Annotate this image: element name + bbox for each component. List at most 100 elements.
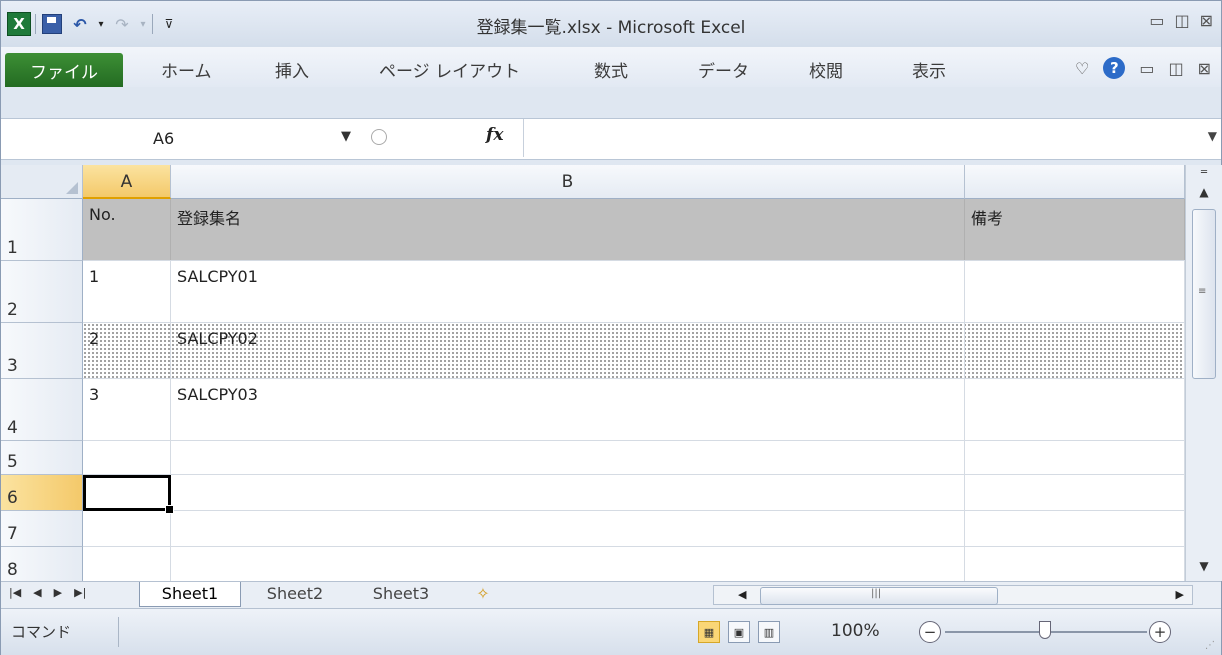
- scroll-up-icon[interactable]: ▲: [1186, 181, 1222, 203]
- name-box-value: A6: [153, 129, 175, 148]
- row-header-3[interactable]: 3: [1, 323, 83, 379]
- next-sheet-icon[interactable]: ▶: [54, 586, 62, 599]
- column-header-b[interactable]: B: [171, 165, 965, 199]
- resize-grip-icon[interactable]: ⋰: [1205, 640, 1215, 651]
- select-all-corner[interactable]: [1, 165, 83, 199]
- name-box-dropdown-icon[interactable]: ▼: [341, 129, 351, 144]
- cell-a8[interactable]: [83, 547, 171, 581]
- tab-home[interactable]: ホーム: [161, 57, 212, 82]
- tab-file[interactable]: ファイル: [5, 53, 123, 87]
- table-row: 1 SALCPY01: [83, 261, 1185, 323]
- cancel-formula-icon[interactable]: [371, 129, 387, 145]
- cell-b6[interactable]: [171, 475, 965, 510]
- spreadsheet-grid[interactable]: A B 1 No. 登録集名 備考 2 1 SALCPY01 3 2 SALCP…: [1, 165, 1185, 581]
- sheet-nav-buttons: |◀ ◀ ▶ ▶|: [9, 586, 86, 599]
- workbook-restore-icon[interactable]: ◫: [1168, 59, 1183, 78]
- name-box[interactable]: A6 ▼: [3, 123, 363, 153]
- cell-a7[interactable]: [83, 511, 171, 546]
- cell-b8[interactable]: [171, 547, 965, 581]
- horizontal-scroll-thumb[interactable]: |||: [760, 587, 998, 605]
- cell-c8[interactable]: [965, 547, 1185, 581]
- cell-c2[interactable]: [965, 261, 1185, 322]
- ribbon-tabs: ファイル ホーム 挿入 ページ レイアウト 数式 データ 校閲 表示 ♡ ? ▭…: [1, 47, 1221, 87]
- prev-sheet-icon[interactable]: ◀: [33, 586, 41, 599]
- cell-c6[interactable]: [965, 475, 1185, 510]
- zoom-slider-thumb[interactable]: [1039, 621, 1051, 639]
- row-header-7[interactable]: 7: [1, 511, 83, 547]
- workbook-minimize-icon[interactable]: ▭: [1139, 59, 1154, 78]
- vertical-scrollbar[interactable]: ═ ▲ ≡ ▼: [1185, 165, 1222, 581]
- tab-review[interactable]: 校閲: [809, 57, 843, 82]
- window-controls: ▭ ◫ ⊠: [1149, 11, 1213, 30]
- scroll-down-icon[interactable]: ▼: [1186, 555, 1222, 577]
- tab-data[interactable]: データ: [698, 57, 749, 82]
- cell-a1[interactable]: No.: [83, 199, 171, 260]
- excel-window: X ↶ ▾ ↷ ▾ ⊽ 登録集一覧.xlsx - Microsoft Excel…: [0, 0, 1222, 655]
- cell-c4[interactable]: [965, 379, 1185, 440]
- table-row: 2 SALCPY02: [83, 323, 1185, 379]
- table-row: 3 SALCPY03: [83, 379, 1185, 441]
- page-layout-view-icon[interactable]: ▣: [728, 621, 750, 643]
- close-icon[interactable]: ⊠: [1200, 11, 1213, 30]
- sheet-tab-sheet1[interactable]: Sheet1: [139, 582, 241, 607]
- cell-a2[interactable]: 1: [83, 261, 171, 322]
- cell-b1[interactable]: 登録集名: [171, 199, 965, 260]
- zoom-level[interactable]: 100%: [831, 621, 880, 641]
- formula-bar: A6 ▼ fx ▼: [1, 118, 1221, 160]
- vertical-scroll-thumb[interactable]: ≡: [1192, 209, 1216, 379]
- cell-c3[interactable]: [965, 323, 1185, 378]
- minimize-ribbon-icon[interactable]: ♡: [1075, 59, 1089, 78]
- cell-a3[interactable]: 2: [83, 323, 171, 378]
- tab-view[interactable]: 表示: [912, 57, 946, 82]
- cell-c1[interactable]: 備考: [965, 199, 1185, 260]
- cell-a4[interactable]: 3: [83, 379, 171, 440]
- help-icon[interactable]: ?: [1103, 57, 1126, 79]
- tab-page-layout[interactable]: ページ レイアウト: [379, 57, 520, 82]
- insert-function-icon[interactable]: fx: [486, 125, 503, 145]
- title-bar: X ↶ ▾ ↷ ▾ ⊽ 登録集一覧.xlsx - Microsoft Excel…: [1, 1, 1221, 47]
- table-row: [83, 547, 1185, 581]
- split-box-icon[interactable]: ═: [1186, 165, 1222, 179]
- sheet-tab-sheet2[interactable]: Sheet2: [245, 582, 345, 606]
- row-header-1[interactable]: 1: [1, 199, 83, 261]
- cell-b2[interactable]: SALCPY01: [171, 261, 965, 322]
- cell-c5[interactable]: [965, 441, 1185, 474]
- column-header-a[interactable]: A: [83, 165, 171, 199]
- zoom-out-icon[interactable]: −: [919, 621, 941, 643]
- maximize-icon[interactable]: ◫: [1174, 11, 1189, 30]
- workbook-close-icon[interactable]: ⊠: [1198, 59, 1211, 78]
- column-header-c[interactable]: [965, 165, 1185, 199]
- zoom-in-icon[interactable]: +: [1149, 621, 1171, 643]
- cell-c7[interactable]: [965, 511, 1185, 546]
- first-sheet-icon[interactable]: |◀: [9, 586, 21, 599]
- expand-formula-bar-icon[interactable]: ▼: [1208, 129, 1217, 143]
- horizontal-scrollbar[interactable]: ◀ ||| ▶: [713, 585, 1193, 605]
- formula-input[interactable]: [523, 119, 1196, 157]
- cell-b4[interactable]: SALCPY03: [171, 379, 965, 440]
- scroll-left-icon[interactable]: ◀: [738, 588, 746, 601]
- page-break-view-icon[interactable]: ▥: [758, 621, 780, 643]
- tab-formulas[interactable]: 数式: [594, 57, 628, 82]
- last-sheet-icon[interactable]: ▶|: [74, 586, 86, 599]
- insert-sheet-icon[interactable]: ✧: [463, 582, 503, 606]
- cell-a5[interactable]: [83, 441, 171, 474]
- cell-b5[interactable]: [171, 441, 965, 474]
- table-row: [83, 441, 1185, 475]
- table-row: No. 登録集名 備考: [83, 199, 1185, 261]
- table-row: [83, 511, 1185, 547]
- window-title: 登録集一覧.xlsx - Microsoft Excel: [476, 18, 746, 38]
- minimize-icon[interactable]: ▭: [1149, 11, 1164, 30]
- cell-b7[interactable]: [171, 511, 965, 546]
- cell-b3[interactable]: SALCPY02: [171, 323, 965, 378]
- tab-insert[interactable]: 挿入: [275, 57, 309, 82]
- row-header-5[interactable]: 5: [1, 441, 83, 475]
- view-buttons: ▦ ▣ ▥: [698, 621, 780, 643]
- normal-view-icon[interactable]: ▦: [698, 621, 720, 643]
- row-header-8[interactable]: 8: [1, 547, 83, 581]
- sheet-tab-sheet3[interactable]: Sheet3: [351, 582, 451, 606]
- row-header-4[interactable]: 4: [1, 379, 83, 441]
- scroll-right-icon[interactable]: ▶: [1176, 588, 1184, 601]
- status-bar: コマンド ▦ ▣ ▥ 100% − + ⋰: [1, 608, 1221, 655]
- row-header-6[interactable]: 6: [1, 475, 83, 511]
- row-header-2[interactable]: 2: [1, 261, 83, 323]
